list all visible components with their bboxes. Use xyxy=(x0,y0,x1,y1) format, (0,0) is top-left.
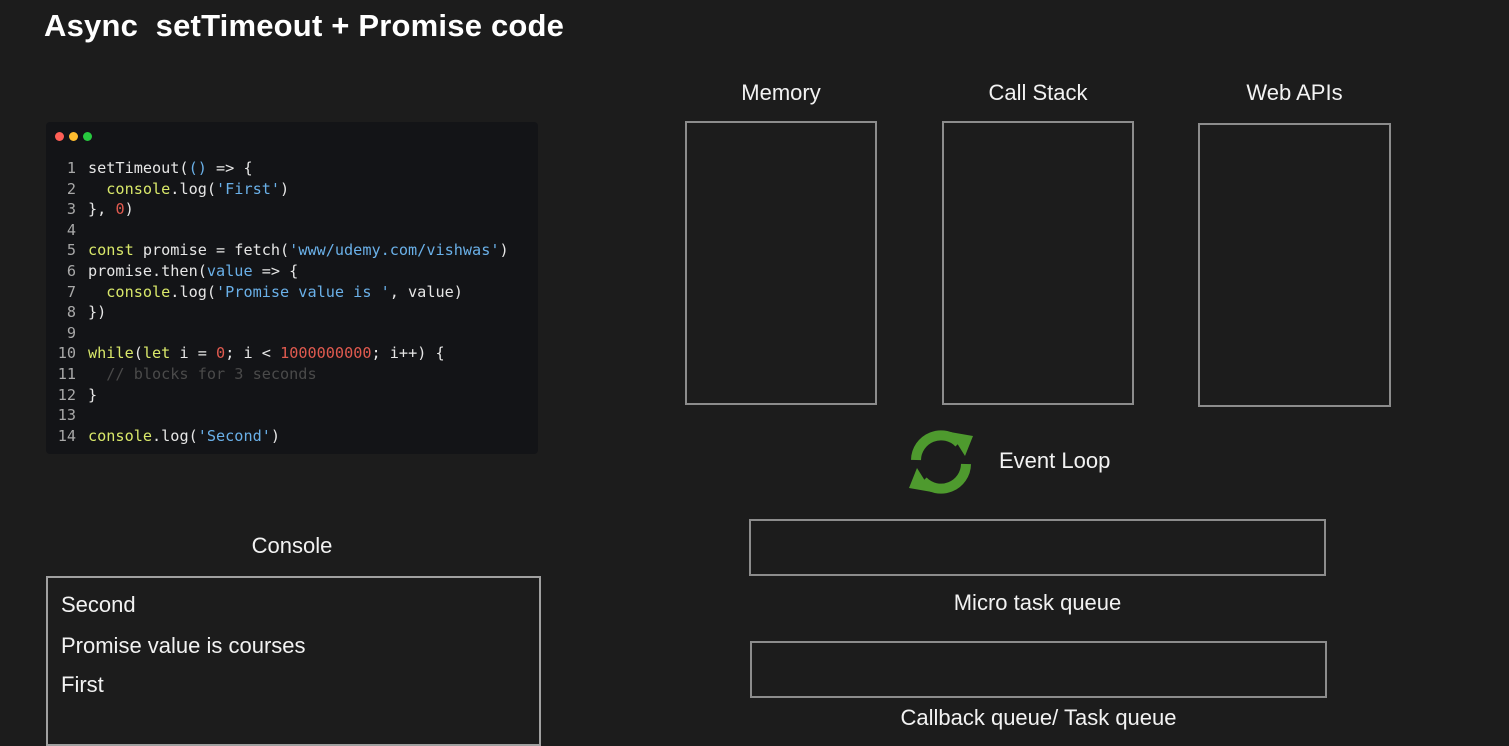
code-line: 11 // blocks for 3 seconds xyxy=(46,364,538,385)
code-token: let xyxy=(142,344,171,363)
web-apis-label: Web APIs xyxy=(1246,80,1343,105)
code-token: 1000000000 xyxy=(280,344,372,363)
line-number: 5 xyxy=(66,241,76,260)
console-label: Console xyxy=(251,533,333,558)
code-token: ; i < xyxy=(225,344,281,363)
code-token: => { xyxy=(252,261,299,280)
code-token: ; i++) { xyxy=(371,344,445,363)
code-line: 1 setTimeout(() => { xyxy=(46,158,538,179)
line-number: 2 xyxy=(66,179,76,198)
minimize-dot-icon xyxy=(69,132,78,141)
line-number: 11 xyxy=(57,364,76,383)
refresh-cycle-icon xyxy=(909,430,973,494)
line-number: 10 xyxy=(57,344,76,363)
line-number: 4 xyxy=(66,220,76,239)
code-token: } xyxy=(88,385,98,404)
line-number: 14 xyxy=(57,426,76,445)
callback-queue-box xyxy=(750,641,1327,698)
code-token: 'Second' xyxy=(197,426,271,445)
code-token: ) xyxy=(280,179,290,198)
maximize-dot-icon xyxy=(83,132,92,141)
slide-title: Async setTimeout + Promise code xyxy=(44,8,565,43)
code-token: ) xyxy=(124,200,134,219)
code-line: 10 while(let i = 0; i < 1000000000; i++) … xyxy=(46,343,538,364)
code-token: => { xyxy=(206,159,253,177)
close-dot-icon xyxy=(55,132,64,141)
code-token: promise.then( xyxy=(88,261,207,280)
line-number: 8 xyxy=(66,303,76,322)
code-line: 7 console .log('Promise value is ', value… xyxy=(46,282,538,303)
web-apis-box xyxy=(1198,123,1391,407)
console-line: Promise value is courses xyxy=(61,633,306,658)
line-number: 1 xyxy=(66,159,76,177)
code-line: 3}, 0) xyxy=(46,199,538,220)
code-line: 6 promise.then(value => { xyxy=(46,261,538,282)
memory-label: Memory xyxy=(741,80,821,105)
code-token: }) xyxy=(88,303,107,322)
code-line: 13 xyxy=(46,405,538,426)
call-stack-label: Call Stack xyxy=(988,80,1088,105)
console-line: First xyxy=(61,672,104,697)
code-token: console xyxy=(88,426,153,445)
code-line: 2 console .log('First') xyxy=(46,179,538,200)
event-loop-label: Event Loop xyxy=(999,448,1111,473)
code-line: 12} xyxy=(46,385,538,406)
code-token: // blocks for 3 seconds xyxy=(88,364,317,383)
code-token: setTimeout( xyxy=(88,159,189,177)
code-token: ) xyxy=(499,241,509,260)
line-number: 6 xyxy=(66,261,76,280)
window-controls xyxy=(55,132,92,141)
code-token: const xyxy=(88,241,134,260)
code-token: promise = fetch( xyxy=(133,241,290,260)
code-token: console xyxy=(88,282,171,301)
code-line: 4 xyxy=(46,220,538,241)
code-token: .log( xyxy=(170,282,217,301)
code-line: 8}) xyxy=(46,302,538,323)
console-output-box: Second Promise value is courses First xyxy=(46,576,541,746)
line-number: 9 xyxy=(66,323,76,342)
line-number: 3 xyxy=(66,200,76,219)
code-token: ) xyxy=(270,426,281,445)
code-token: 'Promise value is ' xyxy=(216,282,390,301)
line-number: 12 xyxy=(57,385,76,404)
code-token: ( xyxy=(133,344,143,363)
code-token: , value) xyxy=(389,282,463,301)
code-token: 0 xyxy=(115,200,125,219)
micro-task-queue-label: Micro task queue xyxy=(953,590,1122,615)
memory-box xyxy=(685,121,877,405)
code-token: () xyxy=(188,159,207,177)
code-token: 'First' xyxy=(216,179,281,198)
code-block: 1 setTimeout(() => {2 console .log('First'… xyxy=(46,158,538,446)
micro-task-queue-box xyxy=(749,519,1326,576)
code-token: }, xyxy=(88,200,116,219)
code-token: 0 xyxy=(216,344,226,363)
line-number: 13 xyxy=(57,406,76,425)
line-number: 7 xyxy=(66,282,76,301)
console-line: Second xyxy=(61,592,136,617)
code-token: value xyxy=(206,261,253,280)
code-editor-window: 1 setTimeout(() => {2 console .log('First'… xyxy=(46,122,538,454)
code-line: 9 xyxy=(46,323,538,344)
code-line: 5 const promise = fetch('www/udemy.com/vi… xyxy=(46,240,538,261)
code-token: .log( xyxy=(152,426,198,445)
callback-queue-label: Callback queue/ Task queue xyxy=(900,705,1177,730)
code-token: i = xyxy=(170,344,217,363)
code-token: 'www/udemy.com/vishwas' xyxy=(289,241,500,260)
code-token: while xyxy=(88,344,134,363)
code-line: 14 console .log('Second') xyxy=(46,426,538,447)
code-token: .log( xyxy=(170,179,217,198)
code-token: console xyxy=(88,179,171,198)
call-stack-box xyxy=(942,121,1134,405)
